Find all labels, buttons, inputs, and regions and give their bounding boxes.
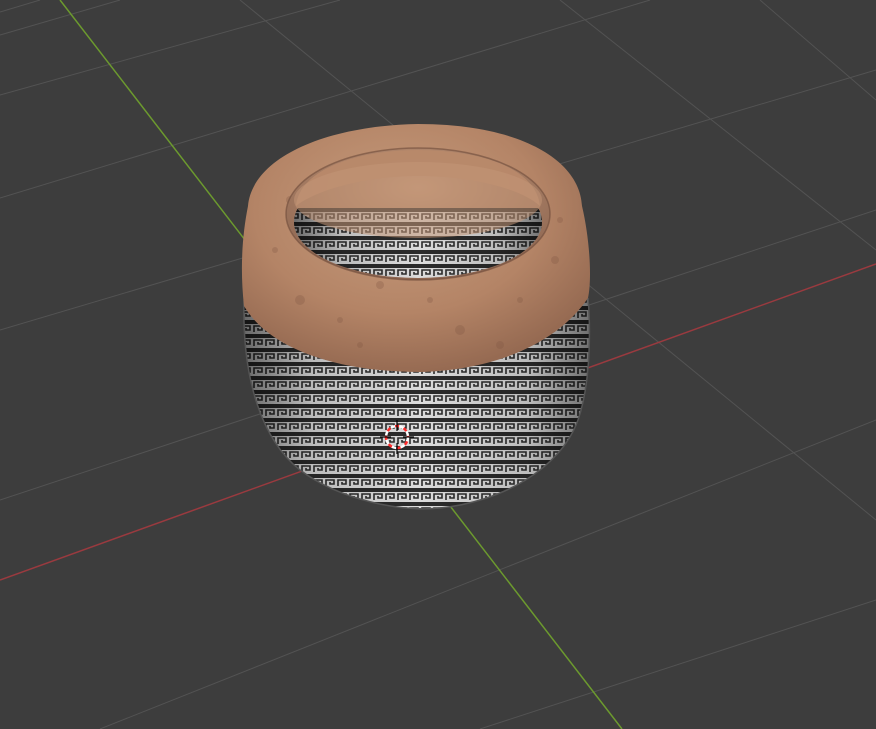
bowl-object[interactable] bbox=[240, 124, 600, 520]
3d-viewport[interactable] bbox=[0, 0, 876, 729]
viewport-canvas[interactable] bbox=[0, 0, 876, 729]
